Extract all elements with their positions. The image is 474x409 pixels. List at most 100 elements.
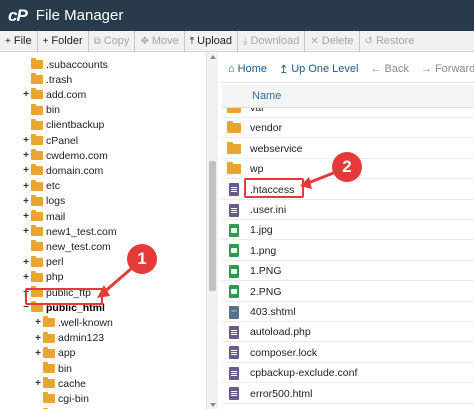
folder-icon	[227, 121, 241, 134]
folder-icon	[43, 346, 55, 358]
file-row[interactable]: autoload.php	[222, 323, 474, 343]
move-button[interactable]: ✥ Move	[135, 31, 183, 52]
nav-label: Up One Level	[291, 63, 359, 75]
folder-icon	[31, 149, 43, 161]
file-icon-cell	[226, 244, 242, 258]
folder-icon	[31, 134, 43, 145]
file-name: vendor	[250, 122, 283, 135]
scroll-up-arrow-icon[interactable]	[210, 55, 216, 59]
tree-scrollbar[interactable]	[206, 53, 218, 409]
tree-item-label: perl	[46, 256, 64, 269]
folder-icon	[43, 377, 55, 389]
new-file-button[interactable]: + File	[0, 31, 37, 52]
back-button[interactable]: ← Back	[364, 56, 414, 83]
title-bar: cP File Manager	[0, 0, 474, 31]
tree-item[interactable]: + etc	[22, 179, 60, 194]
tree-item[interactable]: + .well-known	[34, 315, 113, 330]
up-one-level-button[interactable]: ↥ Up One Level	[273, 56, 364, 83]
nav-label: Forward	[434, 63, 474, 75]
tree-item[interactable]: + app	[34, 346, 76, 361]
tree-item[interactable]: + new1_test.com	[22, 224, 117, 239]
file-row[interactable]: 1.jpg	[222, 221, 474, 241]
file-name: webservice	[250, 142, 303, 155]
expand-icon[interactable]: +	[34, 317, 42, 328]
tree-item[interactable]: .trash	[22, 72, 72, 87]
tree-item[interactable]: + cPanel	[22, 133, 78, 148]
tree-item[interactable]: + add.com	[22, 87, 86, 102]
home-icon: ⌂	[228, 63, 235, 75]
delete-button[interactable]: ✕ Delete	[305, 31, 358, 52]
file-row[interactable]: cpbackup-exclude.conf	[222, 364, 474, 384]
folder-icon	[43, 392, 55, 404]
restore-button[interactable]: ↺ Restore	[360, 31, 420, 52]
tree-item[interactable]: + domain.com	[22, 163, 103, 178]
toolbar-label: Copy	[103, 35, 130, 47]
tree-item-label: php	[46, 271, 64, 284]
file-row[interactable]: composer.lock	[222, 344, 474, 363]
expand-icon[interactable]: +	[22, 226, 30, 237]
cpanel-logo: cP	[8, 5, 28, 25]
tree-item-label: new_test.com	[46, 240, 111, 253]
file-icon-cell	[226, 121, 242, 134]
column-name-header[interactable]: Name	[252, 90, 281, 102]
expand-icon[interactable]: +	[22, 196, 30, 207]
expand-icon[interactable]: +	[22, 211, 30, 222]
folder-icon	[31, 118, 43, 130]
tree-item[interactable]: + php	[22, 270, 64, 285]
file-name: autoload.php	[250, 326, 311, 339]
app-title: File Manager	[35, 7, 124, 24]
file-name: composer.lock	[250, 346, 318, 359]
tree-item[interactable]: + cwdemo.com	[22, 148, 108, 163]
home-button[interactable]: ⌂ Home	[222, 56, 273, 83]
document-icon	[229, 387, 239, 401]
file-row[interactable]: 1.PNG	[222, 262, 474, 282]
expand-icon[interactable]: +	[22, 89, 30, 100]
expand-icon[interactable]: +	[34, 333, 42, 344]
file-row[interactable]: 403.shtml	[222, 303, 474, 322]
expand-icon[interactable]: +	[22, 257, 30, 268]
file-name: wp	[250, 163, 264, 176]
file-row[interactable]: 1.png	[222, 242, 474, 261]
tree-item[interactable]: + cache	[34, 376, 86, 391]
file-row[interactable]: vendor	[222, 119, 474, 139]
download-button[interactable]: ⤓ Download	[238, 31, 304, 52]
tree-item-label: cache	[58, 377, 87, 390]
tree-item[interactable]: bin	[22, 103, 60, 118]
upload-button[interactable]: ⤒ Upload	[185, 31, 237, 52]
file-row[interactable]: var	[222, 108, 474, 118]
tree-item[interactable]: bin	[34, 361, 72, 376]
toolbar-label: Folder	[51, 35, 83, 47]
tree-item[interactable]: + admin123	[34, 331, 104, 346]
scroll-down-arrow-icon[interactable]	[210, 403, 216, 407]
tree-item[interactable]: new_test.com	[22, 239, 111, 254]
file-row[interactable]: error500.html	[222, 385, 474, 404]
tree-item[interactable]: + logs	[22, 194, 65, 209]
copy-button[interactable]: ⧉ Copy	[89, 31, 135, 52]
file-row[interactable]: 2.PNG	[222, 283, 474, 302]
folder-icon	[31, 73, 43, 85]
expand-icon[interactable]: +	[34, 348, 42, 359]
expand-icon[interactable]: +	[22, 150, 30, 161]
tree-item[interactable]: .subaccounts	[22, 57, 108, 72]
file-icon-cell	[226, 285, 242, 299]
forward-icon: →	[420, 63, 432, 75]
image-file-icon	[229, 244, 239, 258]
expand-icon[interactable]: +	[22, 272, 30, 283]
file-name: 1.jpg	[250, 224, 273, 237]
file-name: var	[250, 108, 265, 114]
forward-button[interactable]: → Forward	[415, 56, 474, 83]
file-icon-cell	[226, 162, 242, 175]
scrollbar-thumb[interactable]	[209, 161, 216, 291]
expand-icon[interactable]: +	[22, 165, 30, 176]
file-row[interactable]: .user.ini	[222, 201, 474, 220]
folder-icon	[43, 362, 55, 373]
expand-icon[interactable]: +	[22, 135, 30, 146]
folder-icon	[43, 331, 55, 343]
expand-icon[interactable]: +	[22, 181, 30, 192]
tree-item[interactable]: clientbackup	[22, 118, 104, 133]
new-folder-button[interactable]: + Folder	[38, 31, 88, 52]
expand-icon[interactable]: +	[34, 378, 42, 389]
tree-item[interactable]: + mail	[22, 209, 65, 224]
tree-item[interactable]: cgi-bin	[34, 391, 89, 406]
tree-item[interactable]: + perl	[22, 255, 64, 270]
